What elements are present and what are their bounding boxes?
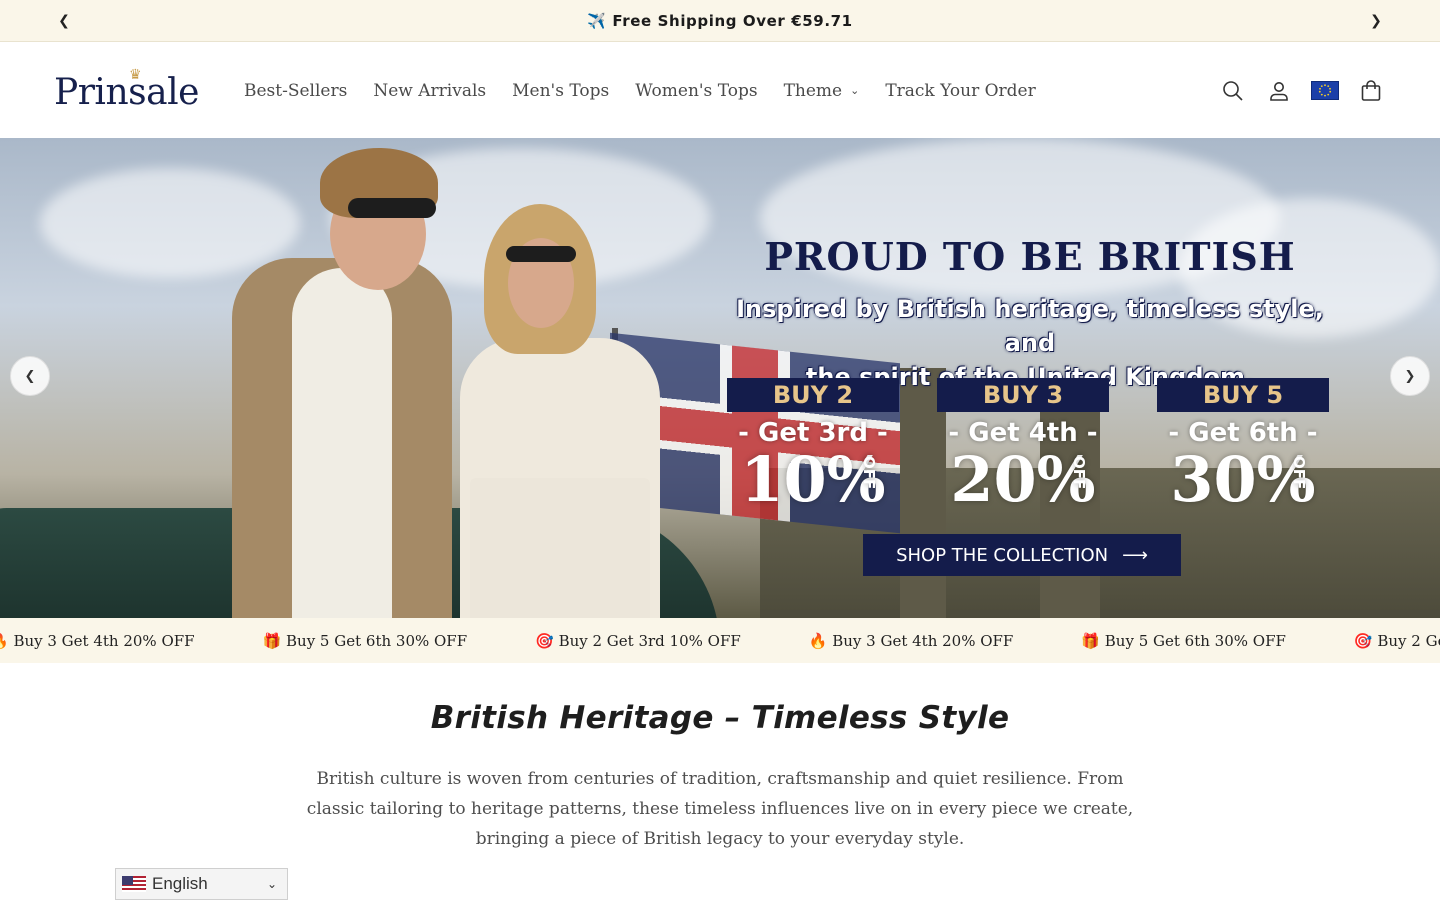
currency-selector[interactable] xyxy=(1302,68,1348,114)
marquee-item: 🎯 Buy 2 Get 3rd 10% OFF xyxy=(1353,631,1440,650)
offer-percent: 10% OFF xyxy=(740,443,886,516)
crown-icon: ♛ xyxy=(129,67,142,83)
marquee-item: 🔥 Buy 3 Get 4th 20% OFF xyxy=(0,631,195,650)
nav-item-best-sellers[interactable]: Best-Sellers xyxy=(244,81,347,101)
nav-item-mens-tops[interactable]: Men's Tops xyxy=(512,81,609,101)
eu-flag-icon xyxy=(1311,81,1339,100)
chevron-left-icon: ❮ xyxy=(24,368,36,384)
main-nav: Best-Sellers New Arrivals Men's Tops Wom… xyxy=(244,43,1062,138)
sunglasses-icon xyxy=(506,246,576,262)
chevron-left-icon: ❮ xyxy=(58,13,70,29)
marquee-item: 🎁 Buy 5 Get 6th 30% OFF xyxy=(1081,631,1286,650)
nav-item-new-arrivals[interactable]: New Arrivals xyxy=(373,81,486,101)
marquee-item: 🔥 Buy 3 Get 4th 20% OFF xyxy=(808,631,1014,650)
announcement-prev-button[interactable]: ❮ xyxy=(44,0,84,42)
chevron-right-icon: ❯ xyxy=(1404,368,1416,384)
offer-percent: 20% OFF xyxy=(950,443,1096,516)
offer-buy-label: BUY 5 xyxy=(1157,378,1329,412)
logo[interactable]: Prinsale ♛ xyxy=(54,67,204,115)
account-icon xyxy=(1270,81,1288,101)
chevron-down-icon: ⌄ xyxy=(850,84,860,97)
cart-icon xyxy=(1361,79,1381,101)
offer-card: BUY 2 - Get 3rd - 10% OFF xyxy=(727,378,899,516)
chevron-right-icon: ❯ xyxy=(1370,13,1382,29)
language-label: English xyxy=(152,874,208,893)
offer-buy-label: BUY 3 xyxy=(937,378,1109,412)
chevron-down-icon: ⌄ xyxy=(266,877,277,891)
shop-collection-button[interactable]: SHOP THE COLLECTION ⟶ xyxy=(863,534,1181,576)
offer-buy-label: BUY 2 xyxy=(727,378,899,412)
offer-percent: 30% OFF xyxy=(1170,443,1316,516)
promo-marquee: 🔥 Buy 3 Get 4th 20% OFF 🎁 Buy 5 Get 6th … xyxy=(0,618,1440,663)
nav-item-track-order[interactable]: Track Your Order xyxy=(885,81,1035,101)
arrow-right-icon: ⟶ xyxy=(1122,544,1148,566)
hero-man-shirt xyxy=(292,268,392,618)
slide-prev-button[interactable]: ❮ xyxy=(10,356,50,396)
us-flag-icon xyxy=(122,876,146,892)
hero-woman-trousers xyxy=(470,478,650,618)
slide-next-button[interactable]: ❯ xyxy=(1390,356,1430,396)
search-button[interactable] xyxy=(1210,68,1256,114)
language-selector[interactable]: English ⌄ xyxy=(115,868,288,900)
marquee-item: 🎯 Buy 2 Get 3rd 10% OFF xyxy=(535,631,741,650)
logo-text: Prinsale xyxy=(54,72,199,113)
announcement-next-button[interactable]: ❯ xyxy=(1356,0,1396,42)
cart-button[interactable] xyxy=(1348,68,1394,114)
hero-promo: PROUD TO BE BRITISH Inspired by British … xyxy=(720,228,1340,588)
marquee-track: 🔥 Buy 3 Get 4th 20% OFF 🎁 Buy 5 Get 6th … xyxy=(0,618,1440,663)
section-text: British culture is woven from centuries … xyxy=(306,769,1134,849)
nav-item-womens-tops[interactable]: Women's Tops xyxy=(635,81,757,101)
header-icons xyxy=(1210,43,1394,138)
offer-card: BUY 3 - Get 4th - 20% OFF xyxy=(937,378,1109,516)
hero-cloud xyxy=(40,168,300,278)
hero-banner[interactable]: PROUD TO BE BRITISH Inspired by British … xyxy=(0,138,1440,618)
account-button[interactable] xyxy=(1256,68,1302,114)
site-header: Prinsale ♛ Best-Sellers New Arrivals Men… xyxy=(0,43,1440,138)
hero-title: PROUD TO BE BRITISH xyxy=(764,234,1296,279)
announcement-message: ✈️ Free Shipping Over €59.71 xyxy=(587,11,853,30)
announcement-bar: ❮ ✈️ Free Shipping Over €59.71 ❯ xyxy=(0,0,1440,42)
nav-item-theme[interactable]: Theme ⌄ xyxy=(784,81,860,101)
sunglasses-icon xyxy=(348,198,436,218)
section-title: British Heritage – Timeless Style xyxy=(430,700,1010,736)
marquee-item: 🎁 Buy 5 Get 6th 30% OFF xyxy=(262,631,468,650)
search-icon xyxy=(1223,80,1243,101)
offer-card: BUY 5 - Get 6th - 30% OFF xyxy=(1157,378,1329,516)
